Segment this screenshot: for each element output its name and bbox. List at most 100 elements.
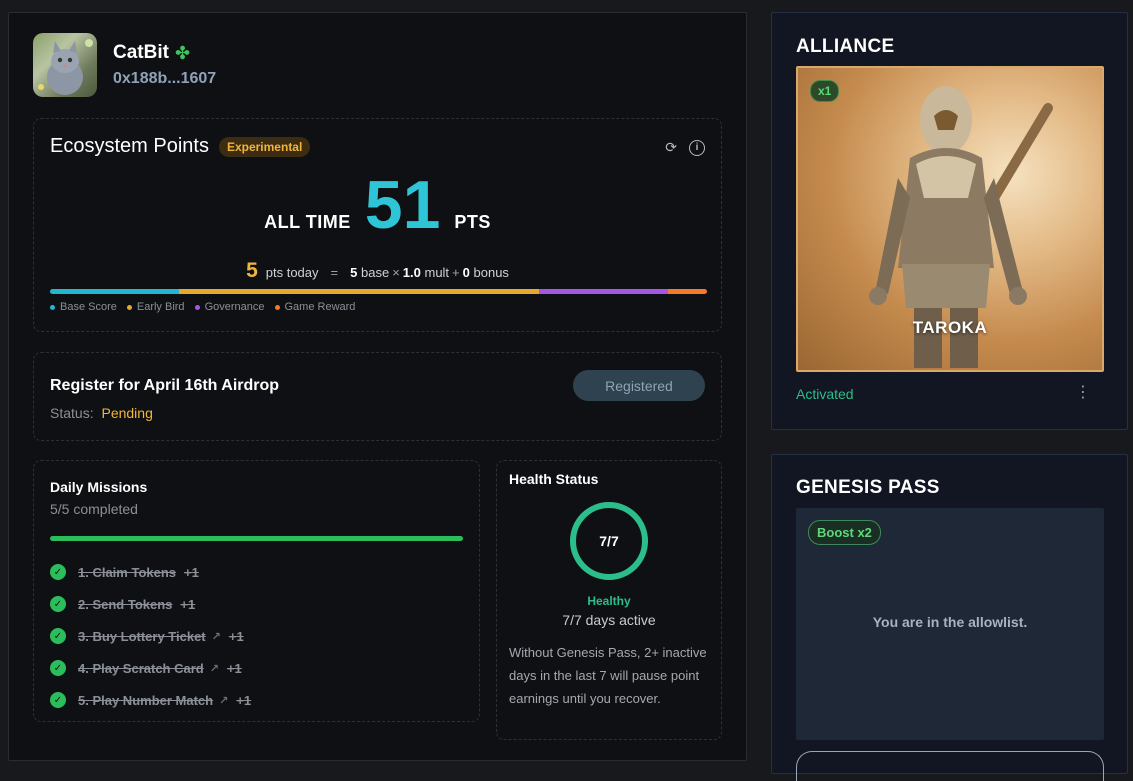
health-status-card: Health Status 7/7 Healthy 7/7 days activ… <box>496 460 722 740</box>
equals-sign: = <box>330 265 339 280</box>
mission-label: 4. Play Scratch Card <box>78 660 204 676</box>
mission-label: 5. Play Number Match <box>78 692 214 708</box>
health-note: Without Genesis Pass, 2+ inactive days i… <box>509 645 707 706</box>
alliance-status: Activated <box>796 386 854 402</box>
legend-dot <box>274 304 280 310</box>
legend-item-game-reward: Game Reward <box>274 301 356 313</box>
check-circle-icon: ✓ <box>50 628 66 644</box>
ecosystem-title-row: Ecosystem Points Experimental <box>50 135 311 158</box>
mission-label: 1. Claim Tokens <box>78 564 177 580</box>
today-points-breakdown: 5 pts today = 5 base × 1.0 mult + 0 bonu… <box>34 259 721 283</box>
times-sign: × <box>392 265 400 280</box>
mission-points: +1 <box>226 660 242 676</box>
profile-name-row: CatBit ✤ <box>113 42 216 64</box>
mission-item[interactable]: ✓ 4. Play Scratch Card ↗ +1 <box>50 652 251 684</box>
pts-label: PTS <box>454 212 491 232</box>
status-label: Status: <box>50 405 94 421</box>
mission-item[interactable]: ✓ 2. Send Tokens +1 <box>50 588 251 620</box>
legend-dot <box>50 304 55 310</box>
check-circle-icon: ✓ <box>50 564 66 580</box>
info-icon[interactable]: i <box>689 139 705 156</box>
mission-item[interactable]: ✓ 3. Buy Lottery Ticket ↗ +1 <box>50 620 251 652</box>
check-circle-icon: ✓ <box>50 596 66 612</box>
plus-sign: + <box>452 265 460 280</box>
mission-points: +1 <box>180 596 196 612</box>
legend-item-governance: Governance <box>194 301 265 313</box>
legend-label: Base Score <box>60 301 117 313</box>
genesis-pass-panel: GENESIS PASS Boost x2 You are in the all… <box>771 454 1128 781</box>
genesis-title: GENESIS PASS <box>796 477 940 498</box>
airdrop-status: Status: Pending <box>50 405 153 421</box>
base-label: base <box>360 265 390 280</box>
status-value: Pending <box>101 405 153 421</box>
experimental-badge: Experimental <box>218 136 311 157</box>
airdrop-title: Register for April 16th Airdrop <box>50 377 280 394</box>
mult-label: mult <box>424 265 450 280</box>
missions-list: ✓ 1. Claim Tokens +1 ✓ 2. Send Tokens +1 ✓ 3. B… <box>50 556 251 716</box>
legend-label: Governance <box>204 301 265 313</box>
four-leaf-clover-icon: ✤ <box>174 42 191 63</box>
check-circle-icon: ✓ <box>50 692 66 708</box>
mult-value: 1.0 <box>402 265 421 280</box>
daily-missions-card: Daily Missions 5/5 completed ✓ 1. Claim T… <box>33 460 480 722</box>
mission-label: 2. Send Tokens <box>78 596 173 612</box>
check-circle-icon: ✓ <box>50 660 66 676</box>
multiplier-badge: x1 <box>810 80 840 102</box>
boost-badge: Boost x2 <box>808 520 881 545</box>
external-link-icon[interactable]: ↗ <box>219 694 228 707</box>
external-link-icon[interactable]: ↗ <box>210 662 219 675</box>
bar-segment-governance <box>539 289 669 294</box>
genesis-action-button[interactable] <box>796 751 1104 781</box>
genesis-pass-box: Boost x2 You are in the allowlist. <box>796 508 1104 740</box>
profile-text: CatBit ✤ 0x188b...1607 <box>113 42 216 88</box>
more-options-icon[interactable]: ⋮ <box>1075 385 1091 401</box>
registered-button[interactable]: Registered <box>573 370 705 401</box>
mission-label: 3. Buy Lottery Ticket <box>78 628 206 644</box>
airdrop-card: Register for April 16th Airdrop Status: … <box>33 352 722 441</box>
health-ring-value: 7/7 <box>599 533 619 549</box>
missions-progress-bar <box>50 536 463 541</box>
ecosystem-points-card: Ecosystem Points Experimental ⟳ i ALL TI… <box>33 118 722 332</box>
bar-segment-base-score <box>50 289 179 294</box>
legend-dot <box>126 304 132 310</box>
points-breakdown-bar <box>50 289 707 294</box>
bonus-value: 0 <box>462 265 470 280</box>
alliance-character-card[interactable]: x1 TAROKA <box>796 66 1104 372</box>
legend-item-base-score: Base Score <box>50 301 117 313</box>
mission-item[interactable]: ✓ 5. Play Number Match ↗ +1 <box>50 684 251 716</box>
missions-completed: 5/5 completed <box>50 501 138 517</box>
points-legend: Base Score Early Bird Governance Game Rewar… <box>50 301 355 313</box>
alliance-panel: ALLIANCE x1 TAROKA Activated ⋮ <box>771 12 1128 430</box>
avatar[interactable] <box>33 33 97 97</box>
today-label: pts today <box>265 265 319 280</box>
mission-points: +1 <box>236 692 252 708</box>
profile-header: CatBit ✤ 0x188b...1607 <box>33 33 216 97</box>
legend-label: Early Bird <box>136 301 185 313</box>
external-link-icon[interactable]: ↗ <box>212 630 221 643</box>
alliance-title: ALLIANCE <box>796 36 895 57</box>
bonus-label: bonus <box>473 265 509 280</box>
days-active: 7/7 days active <box>562 612 656 628</box>
bar-segment-early-bird <box>178 289 540 294</box>
character-name: TAROKA <box>912 318 988 337</box>
refresh-icon[interactable]: ⟳ <box>665 139 677 156</box>
mission-points: +1 <box>184 564 199 580</box>
today-value: 5 <box>246 259 258 282</box>
all-time-label: ALL TIME <box>264 212 351 232</box>
main-panel: CatBit ✤ 0x188b...1607 Ecosystem Points … <box>8 12 747 761</box>
health-title: Health Status <box>509 471 599 487</box>
mission-item[interactable]: ✓ 1. Claim Tokens +1 <box>50 556 251 588</box>
profile-name: CatBit <box>113 42 169 63</box>
wallet-address[interactable]: 0x188b...1607 <box>113 70 216 88</box>
bar-segment-game-reward <box>668 289 707 294</box>
cat-avatar-icon <box>38 39 93 95</box>
ecosystem-actions: ⟳ i <box>665 139 705 156</box>
base-value: 5 <box>350 265 358 280</box>
allowlist-message: You are in the allowlist. <box>872 614 1028 630</box>
all-time-value: 51 <box>364 167 441 243</box>
all-time-points: ALL TIME 51 PTS <box>34 171 721 239</box>
missions-title: Daily Missions <box>50 479 148 495</box>
health-status-label: Healthy <box>587 594 631 608</box>
legend-dot <box>194 304 200 310</box>
legend-label: Game Reward <box>284 301 356 313</box>
